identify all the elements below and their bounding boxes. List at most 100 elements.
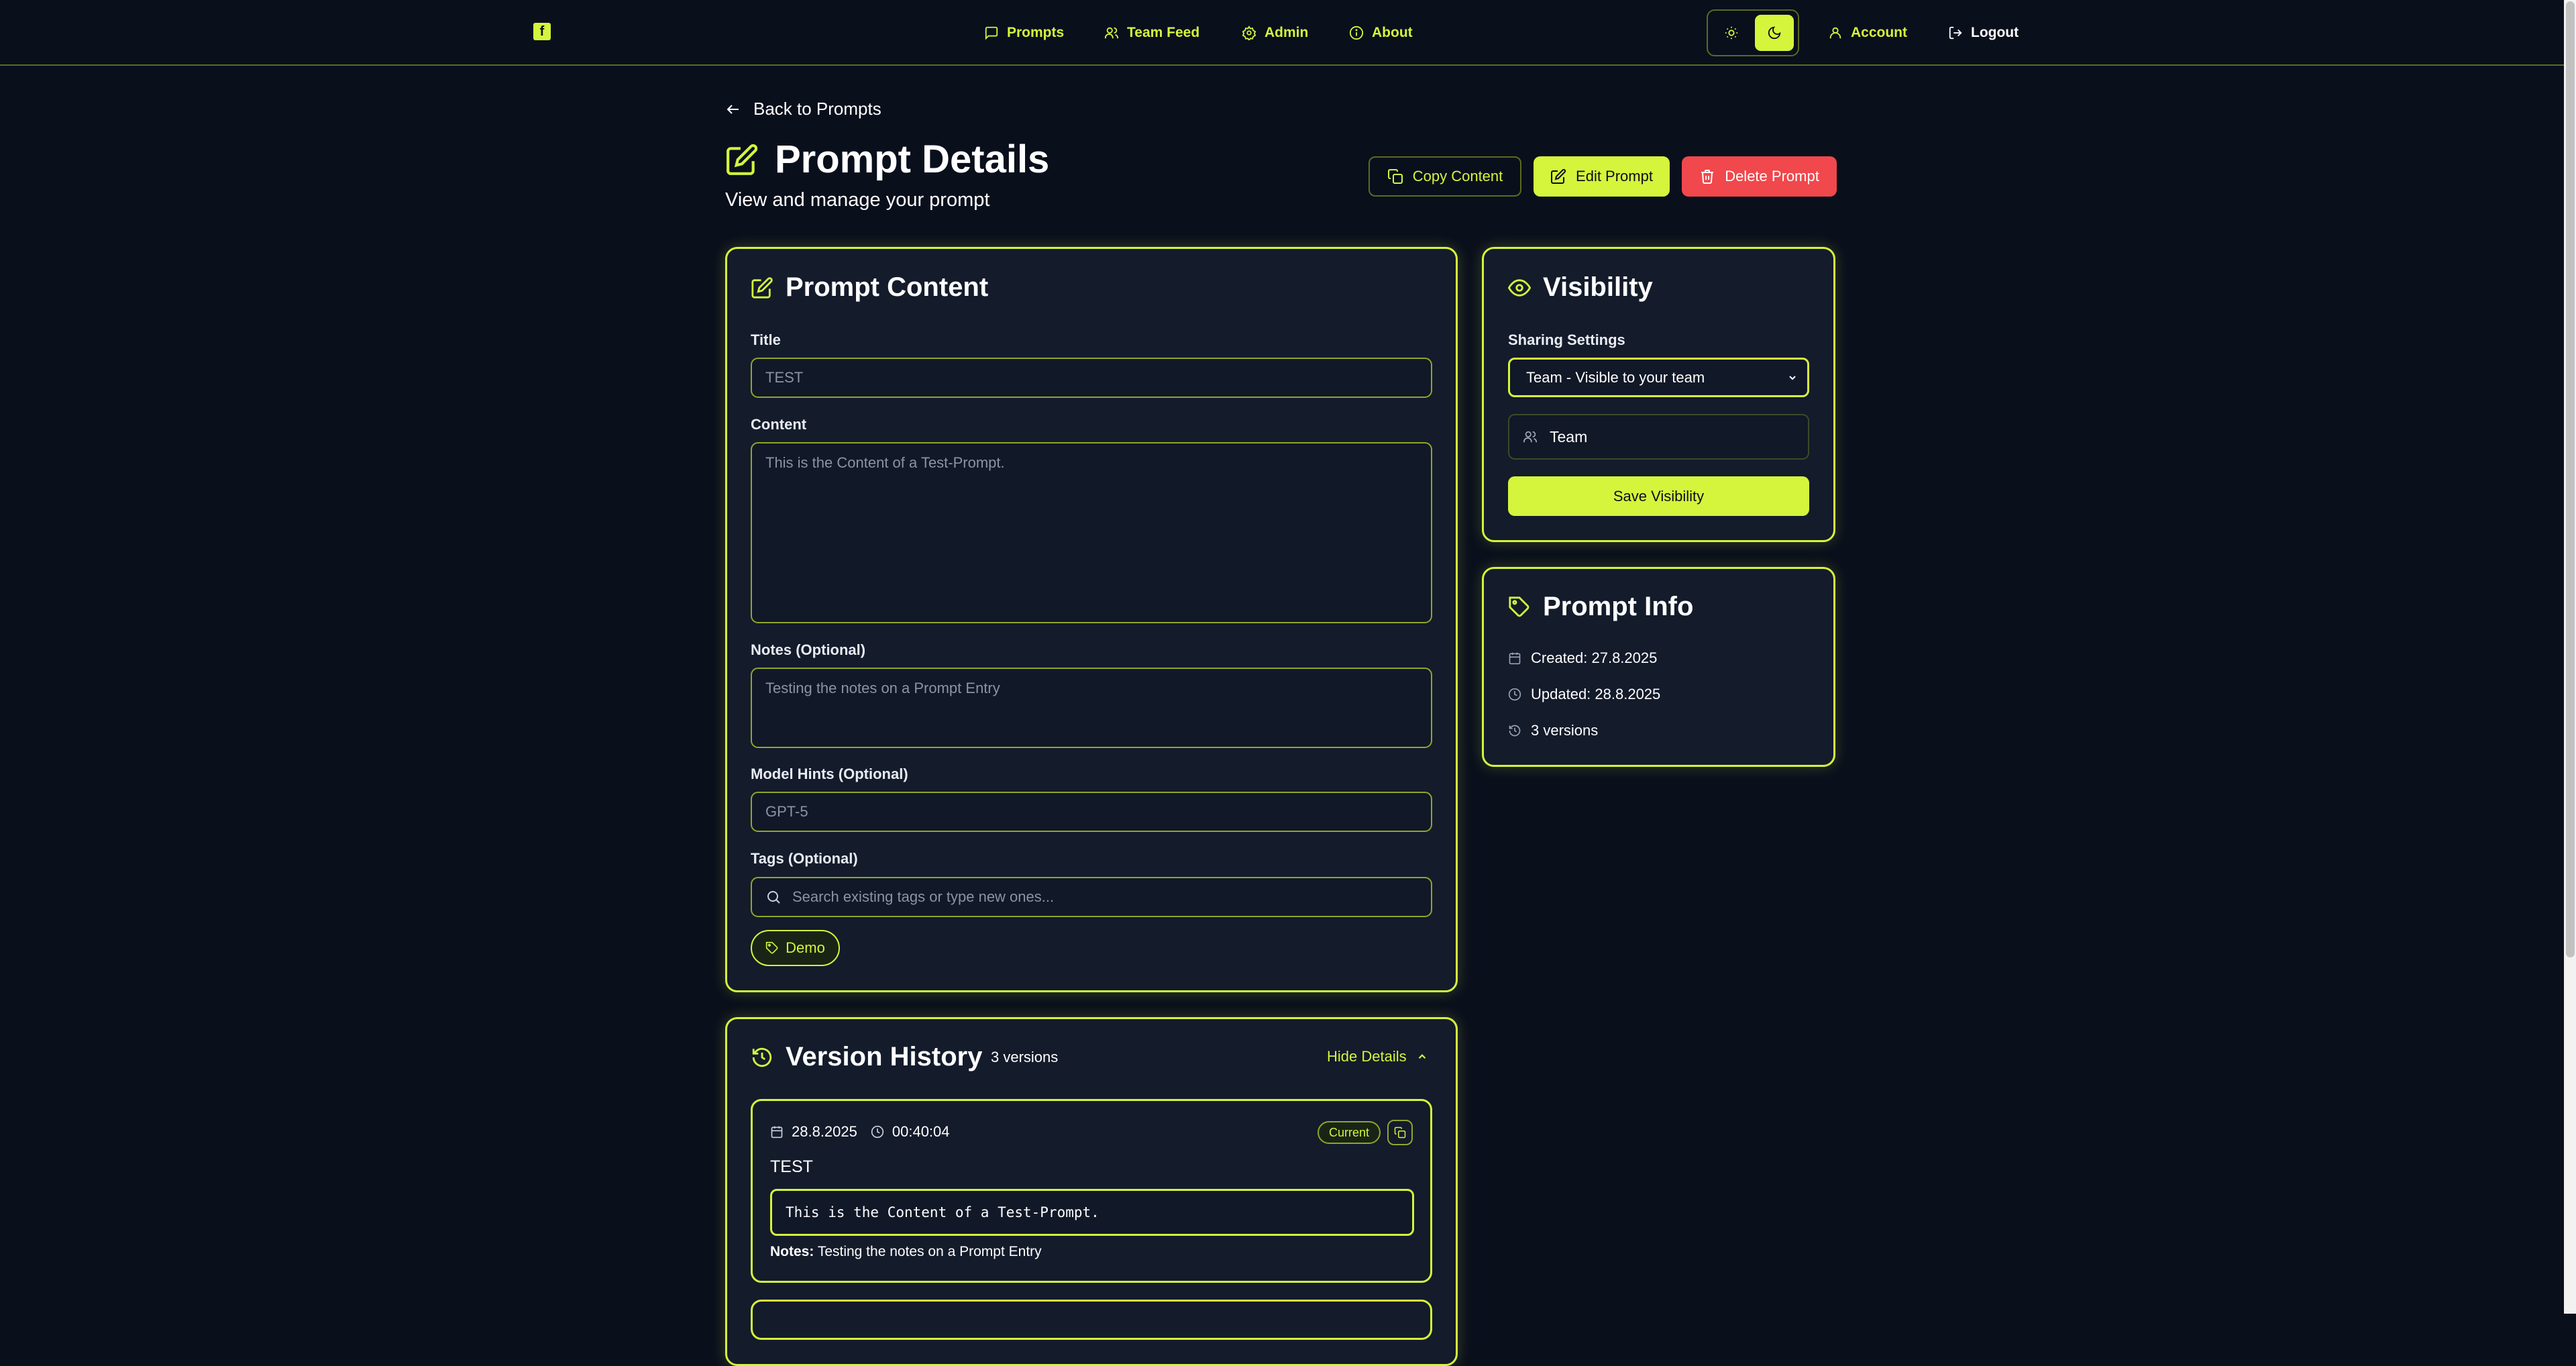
version-meta: 28.8.2025 00:40:04 xyxy=(770,1123,950,1141)
model-hints-value: GPT-5 xyxy=(765,803,808,820)
copy-icon xyxy=(1387,168,1403,185)
light-mode-button[interactable] xyxy=(1712,15,1751,51)
tags-label: Tags (Optional) xyxy=(751,850,858,867)
scrollbar-thumb[interactable] xyxy=(2566,1,2575,957)
current-version-badge: Current xyxy=(1318,1121,1381,1144)
tags-search-field[interactable]: Search existing tags or type new ones... xyxy=(751,877,1432,917)
title-label: Title xyxy=(751,331,781,348)
prompt-info-heading: Prompt Info xyxy=(1508,592,1693,622)
info-icon xyxy=(1349,25,1364,40)
version-time: 00:40:04 xyxy=(892,1123,950,1140)
trash-icon xyxy=(1699,168,1715,185)
sharing-settings-label: Sharing Settings xyxy=(1508,331,1625,348)
tag-chip-label: Demo xyxy=(786,939,825,956)
logout-icon xyxy=(1948,25,1963,40)
tag-icon xyxy=(1508,596,1531,619)
nav-about-label: About xyxy=(1372,25,1413,40)
chevron-down-icon xyxy=(1787,372,1798,383)
nav-account-label: Account xyxy=(1851,25,1907,40)
nav-account[interactable]: Account xyxy=(1828,21,1907,44)
content-textarea-value: This is the Content of a Test-Prompt. xyxy=(765,454,1005,471)
nav-logout[interactable]: Logout xyxy=(1948,21,2019,44)
version-notes-text: Testing the notes on a Prompt Entry xyxy=(817,1244,1042,1259)
sun-icon xyxy=(1724,25,1739,40)
history-icon xyxy=(751,1046,773,1069)
copy-content-button[interactable]: Copy Content xyxy=(1368,156,1521,197)
page-scrollbar[interactable] xyxy=(2564,0,2576,1314)
sharing-settings-select[interactable]: Team - Visible to your team xyxy=(1508,358,1809,397)
moon-icon xyxy=(1767,25,1782,40)
copy-content-label: Copy Content xyxy=(1412,168,1503,185)
copy-version-button[interactable] xyxy=(1387,1120,1413,1145)
version-date: 28.8.2025 xyxy=(792,1123,857,1140)
prompt-info-title: Prompt Info xyxy=(1543,592,1694,621)
top-nav: f Prompts Team Feed Admin About Account … xyxy=(0,0,2564,66)
edit-prompt-button[interactable]: Edit Prompt xyxy=(1534,156,1670,197)
current-visibility-display: Team xyxy=(1508,414,1809,460)
edit-icon xyxy=(725,143,759,176)
save-visibility-button[interactable]: Save Visibility xyxy=(1508,476,1809,516)
calendar-icon xyxy=(1508,651,1521,665)
hide-details-label: Hide Details xyxy=(1327,1048,1407,1065)
back-to-prompts-link[interactable]: Back to Prompts xyxy=(725,99,881,119)
tags-search-placeholder: Search existing tags or type new ones... xyxy=(792,888,1055,905)
prompt-content-heading: Prompt Content xyxy=(751,272,988,303)
nav-about[interactable]: About xyxy=(1349,21,1413,44)
nav-team-feed-label: Team Feed xyxy=(1127,25,1200,40)
content-label: Content xyxy=(751,416,807,433)
version-history-title: Version History xyxy=(786,1042,983,1071)
notes-label: Notes (Optional) xyxy=(751,641,866,658)
model-hints-field[interactable]: GPT-5 xyxy=(751,792,1432,832)
edit-icon xyxy=(751,276,773,299)
nav-logout-label: Logout xyxy=(1971,25,2019,40)
version-entry: 28.8.2025 00:40:04 Current TEST This is … xyxy=(751,1099,1432,1283)
page-title: Prompt Details xyxy=(775,138,1050,181)
app-logo[interactable]: f xyxy=(533,23,551,40)
nav-prompts-label: Prompts xyxy=(1007,25,1065,40)
clock-icon xyxy=(1508,688,1521,701)
delete-prompt-button[interactable]: Delete Prompt xyxy=(1682,156,1837,197)
edit-icon xyxy=(1550,168,1566,185)
title-field-value: TEST xyxy=(765,369,804,386)
created-text: Created: 27.8.2025 xyxy=(1531,649,1658,666)
content-textarea[interactable]: This is the Content of a Test-Prompt. xyxy=(751,442,1432,623)
user-icon xyxy=(1828,25,1843,40)
page-title-group: Prompt Details xyxy=(725,137,1049,182)
tag-chip-demo[interactable]: Demo xyxy=(751,930,840,966)
nav-team-feed[interactable]: Team Feed xyxy=(1104,21,1199,44)
dark-mode-button[interactable] xyxy=(1755,15,1794,51)
version-history-heading: Version History xyxy=(751,1042,982,1072)
arrow-left-icon xyxy=(725,101,741,117)
version-count: 3 versions xyxy=(991,1049,1059,1065)
search-icon xyxy=(765,889,782,905)
updated-row: Updated: 28.8.2025 xyxy=(1508,686,1660,703)
notes-textarea[interactable]: Testing the notes on a Prompt Entry xyxy=(751,668,1432,748)
model-hints-label: Model Hints (Optional) xyxy=(751,766,908,782)
visibility-title: Visibility xyxy=(1543,272,1653,302)
version-notes-label: Notes: xyxy=(770,1244,814,1259)
users-icon xyxy=(1104,25,1119,40)
nav-admin-label: Admin xyxy=(1265,25,1309,40)
updated-text: Updated: 28.8.2025 xyxy=(1531,686,1661,702)
nav-admin[interactable]: Admin xyxy=(1242,21,1308,44)
chevron-up-icon xyxy=(1416,1051,1428,1063)
eye-icon xyxy=(1508,276,1531,299)
prompt-content-title: Prompt Content xyxy=(786,272,989,302)
hide-details-toggle[interactable]: Hide Details xyxy=(1327,1048,1428,1065)
page-subtitle: View and manage your prompt xyxy=(725,189,990,211)
nav-prompts[interactable]: Prompts xyxy=(984,21,1064,44)
users-icon xyxy=(1523,429,1538,444)
visibility-heading: Visibility xyxy=(1508,272,1653,303)
tag-icon xyxy=(765,941,779,955)
edit-prompt-label: Edit Prompt xyxy=(1576,168,1653,185)
version-content-text: This is the Content of a Test-Prompt. xyxy=(786,1204,1099,1220)
versions-text: 3 versions xyxy=(1531,722,1599,739)
message-square-icon xyxy=(984,25,999,40)
title-field[interactable]: TEST xyxy=(751,358,1432,398)
notes-textarea-value: Testing the notes on a Prompt Entry xyxy=(765,680,1000,696)
sharing-settings-value: Team - Visible to your team xyxy=(1526,368,1705,386)
history-icon xyxy=(1508,724,1521,737)
calendar-icon xyxy=(770,1125,784,1139)
version-entry xyxy=(751,1300,1432,1340)
theme-toggle xyxy=(1707,9,1799,56)
